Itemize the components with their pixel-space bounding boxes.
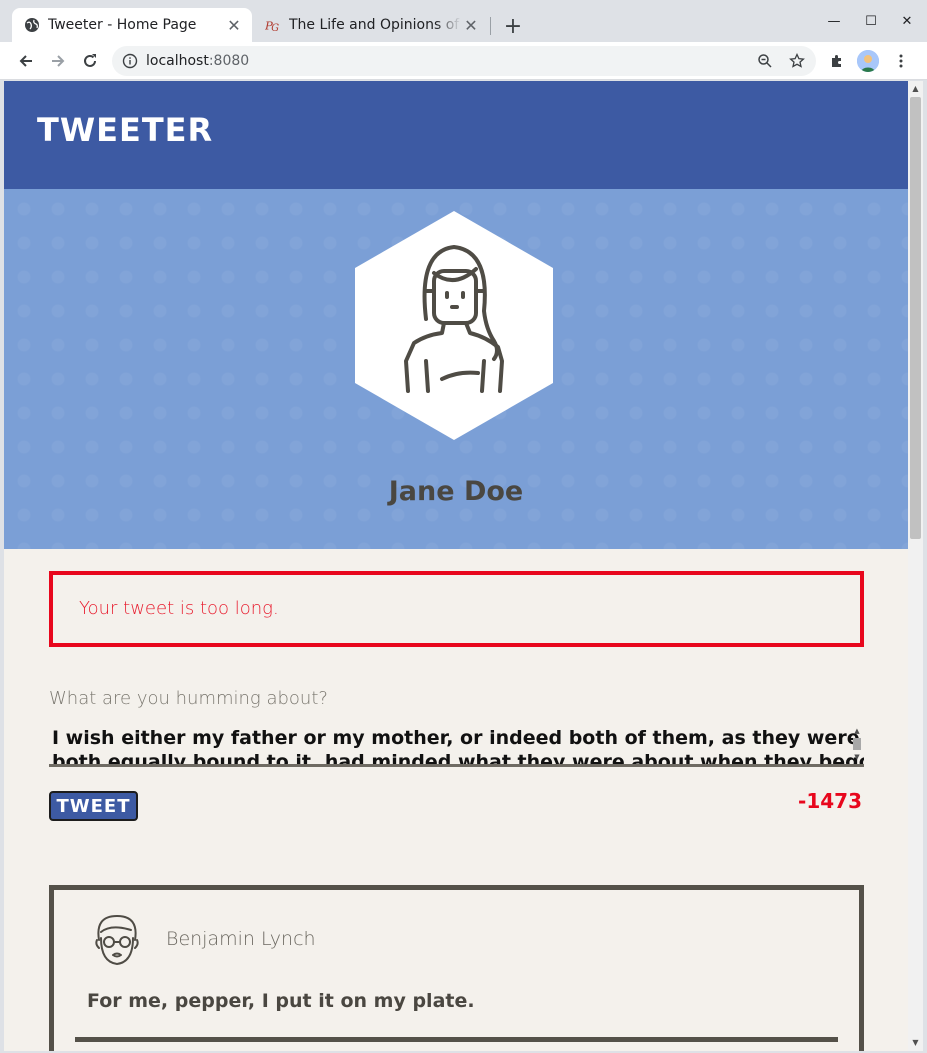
close-tab-icon[interactable]: ✕ bbox=[224, 15, 244, 35]
back-arrow-icon[interactable] bbox=[13, 48, 39, 74]
textarea-scrollbar[interactable]: ▲ ▼ bbox=[850, 726, 864, 764]
scroll-thumb[interactable] bbox=[910, 97, 921, 539]
tweet-body: For me, pepper, I put it on my plate. bbox=[87, 990, 475, 1012]
browser-menu-icon[interactable] bbox=[888, 48, 914, 74]
info-icon[interactable] bbox=[122, 53, 138, 69]
close-tab-icon[interactable]: ✕ bbox=[461, 15, 481, 35]
page-viewport: Tweeter Jane Doe bbox=[4, 81, 908, 1051]
scroll-down-arrow-icon[interactable]: ▼ bbox=[908, 1035, 923, 1049]
tweet-text-line: both equally bound to it, had minded wha… bbox=[52, 751, 864, 767]
error-alert: Your tweet is too long. bbox=[49, 571, 864, 647]
tab-tweeter-home[interactable]: Tweeter - Home Page ✕ bbox=[12, 8, 252, 42]
tweet-card: Benjamin Lynch For me, pepper, I put it … bbox=[49, 885, 864, 1051]
man-avatar-icon bbox=[95, 915, 139, 965]
profile-name: Jane Doe bbox=[388, 476, 524, 507]
forward-arrow-icon[interactable] bbox=[45, 48, 71, 74]
tweet-text: I wish either my father or my mother, or… bbox=[52, 726, 864, 767]
profile-avatar bbox=[354, 211, 554, 441]
site-logo[interactable]: Tweeter bbox=[37, 111, 213, 149]
error-message: Your tweet is too long. bbox=[79, 598, 279, 619]
scroll-up-arrow-icon[interactable]: ▲ bbox=[908, 81, 923, 95]
tab-strip: Tweeter - Home Page ✕ PG The Life and Op… bbox=[0, 0, 927, 42]
project-gutenberg-icon: PG bbox=[265, 17, 281, 33]
browser-toolbar: localhost:8080 bbox=[0, 42, 927, 80]
tweet-textarea[interactable]: I wish either my father or my mother, or… bbox=[49, 726, 864, 767]
minimize-button[interactable]: — bbox=[819, 10, 849, 32]
page-scrollbar[interactable]: ▲ ▼ bbox=[908, 81, 923, 1051]
character-counter: -1473 bbox=[798, 789, 862, 813]
tab-title: The Life and Opinions of Tristram Shandy bbox=[289, 17, 461, 33]
tweet-text-line: I wish either my father or my mother, or… bbox=[52, 727, 864, 749]
reload-icon[interactable] bbox=[77, 48, 103, 74]
svg-text:G: G bbox=[271, 23, 279, 33]
tweet-author: Benjamin Lynch bbox=[166, 928, 316, 950]
tweet-button[interactable]: Tweet bbox=[49, 791, 138, 821]
zoom-icon[interactable] bbox=[752, 46, 778, 76]
site-header: Tweeter bbox=[4, 81, 908, 189]
scroll-thumb[interactable] bbox=[853, 738, 861, 750]
window-frame bbox=[923, 81, 927, 1053]
bookmark-star-icon[interactable] bbox=[784, 46, 810, 76]
globe-icon bbox=[24, 17, 40, 33]
address-bar[interactable]: localhost:8080 bbox=[112, 46, 816, 76]
extensions-puzzle-icon[interactable] bbox=[824, 48, 850, 74]
tweet-avatar bbox=[87, 910, 147, 970]
scroll-up-arrow-icon[interactable]: ▲ bbox=[850, 726, 864, 736]
url-port: :8080 bbox=[208, 53, 250, 69]
scroll-down-arrow-icon[interactable]: ▼ bbox=[850, 752, 864, 762]
new-tab-button[interactable]: + bbox=[500, 13, 526, 39]
compose-label: What are you humming about? bbox=[49, 688, 328, 709]
close-window-button[interactable]: ✕ bbox=[892, 10, 922, 32]
tab-title: Tweeter - Home Page bbox=[48, 17, 197, 33]
maximize-button[interactable]: ☐ bbox=[856, 10, 886, 32]
tweet-divider bbox=[75, 1037, 838, 1042]
profile-banner: Jane Doe bbox=[4, 189, 908, 549]
tab-separator bbox=[490, 17, 491, 35]
tab-tristram-shandy[interactable]: PG The Life and Opinions of Tristram Sha… bbox=[253, 8, 489, 42]
url-host: localhost bbox=[146, 53, 209, 69]
profile-avatar-icon[interactable] bbox=[855, 48, 881, 74]
